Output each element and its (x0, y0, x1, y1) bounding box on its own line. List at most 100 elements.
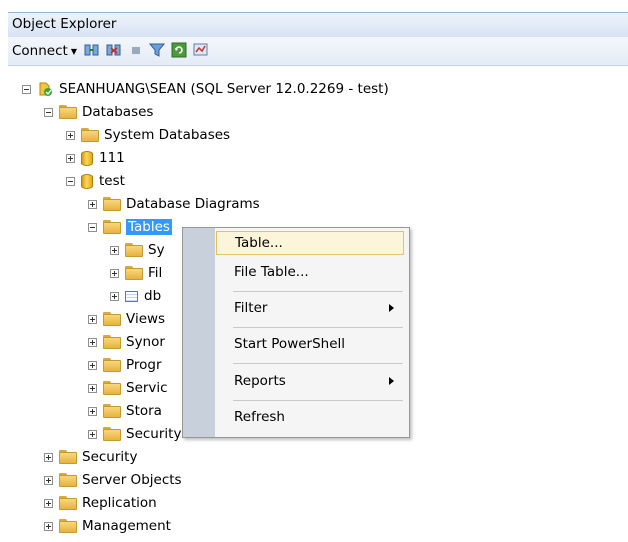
disconnect-icon[interactable] (106, 42, 122, 58)
server-icon (39, 82, 52, 96)
tree-node-label: Databases (82, 104, 154, 120)
collapse-icon[interactable] (44, 107, 53, 117)
tree-node-label: Progr (126, 357, 162, 373)
menu-item-label: Start PowerShell (234, 336, 346, 352)
tree-node-server[interactable]: SEANHUANG\SEAN (SQL Server 12.0.2269 - t… (22, 78, 389, 100)
folder-icon (103, 404, 121, 418)
expand-icon[interactable] (110, 268, 119, 278)
tree-node-replication[interactable]: Replication (44, 492, 157, 514)
menu-item-file-table[interactable]: File Table... (216, 260, 404, 284)
menu-item-label: Refresh (234, 409, 285, 425)
expand-icon[interactable] (110, 291, 119, 301)
tree-node-storage[interactable]: Stora (88, 400, 162, 422)
menu-item-label: Table... (235, 235, 283, 251)
tree-node-views[interactable]: Views (88, 308, 165, 330)
tree-node-db-security[interactable]: Security (88, 423, 181, 445)
menu-item-filter[interactable]: Filter (216, 296, 404, 320)
expand-icon[interactable] (88, 199, 97, 209)
expand-icon[interactable] (44, 498, 53, 508)
tree-node-dbo-table[interactable]: db (110, 285, 161, 307)
connect-object-explorer-icon[interactable] (84, 42, 100, 58)
tree-node-database-diagrams[interactable]: Database Diagrams (88, 193, 260, 215)
connect-label: Connect (12, 43, 68, 59)
tree-node-file-tables[interactable]: Fil (110, 262, 162, 284)
tree-node-programmability[interactable]: Progr (88, 354, 162, 376)
menu-item-new-table[interactable]: Table... (216, 231, 404, 255)
tree-node-database-111[interactable]: 111 (66, 147, 125, 169)
tree-node-label: Views (126, 311, 166, 327)
expand-icon[interactable] (44, 475, 53, 485)
tree-node-system-databases[interactable]: System Databases (66, 124, 230, 146)
expand-icon[interactable] (88, 360, 97, 370)
tree-node-label: System Databases (104, 127, 231, 143)
menu-item-refresh[interactable]: Refresh (216, 405, 404, 429)
tree-node-tables[interactable]: Tables (88, 216, 172, 238)
tree-node-system-tables[interactable]: Sy (110, 239, 165, 261)
menu-separator (233, 400, 403, 401)
tree-node-label: Sy (148, 242, 165, 258)
folder-icon (103, 427, 121, 441)
filter-icon[interactable] (149, 42, 165, 58)
tree-node-label: Database Diagrams (126, 196, 260, 212)
tree-node-label: db (144, 288, 162, 304)
menu-separator (233, 327, 403, 328)
collapse-icon[interactable] (88, 222, 97, 232)
menu-item-label: Reports (234, 373, 286, 389)
collapse-icon[interactable] (66, 176, 75, 186)
folder-icon (103, 358, 121, 372)
tree-node-server-objects[interactable]: Server Objects (44, 469, 182, 491)
expand-icon[interactable] (88, 383, 97, 393)
tree-node-label: test (99, 173, 125, 189)
server-label: SEANHUANG\SEAN (SQL Server 12.0.2269 - t… (59, 81, 389, 97)
folder-icon (103, 197, 121, 211)
folder-icon (59, 519, 77, 533)
tree-node-label: 111 (99, 150, 125, 166)
tree-node-synonyms[interactable]: Synor (88, 331, 165, 353)
tree-node-databases[interactable]: Databases (44, 101, 153, 123)
folder-icon (125, 266, 143, 280)
folder-icon (103, 335, 121, 349)
folder-icon (103, 312, 121, 326)
activity-monitor-icon[interactable] (193, 42, 209, 58)
menu-item-start-powershell[interactable]: Start PowerShell (216, 332, 404, 356)
tree-node-database-test[interactable]: test (66, 170, 125, 192)
folder-icon (103, 381, 121, 395)
connect-button[interactable]: Connect ▼ (12, 43, 77, 59)
chevron-down-icon: ▼ (70, 46, 77, 56)
tree-node-management[interactable]: Management (44, 515, 171, 537)
tree-node-label: Server Objects (82, 472, 182, 488)
stop-icon[interactable] (128, 42, 144, 58)
tree-node-label: Fil (148, 265, 163, 281)
tree-node-label: Servic (126, 380, 168, 396)
menu-separator (233, 291, 403, 292)
database-icon (81, 150, 93, 166)
expand-icon[interactable] (66, 130, 75, 140)
tree-node-service-broker[interactable]: Servic (88, 377, 168, 399)
folder-icon (59, 105, 77, 119)
tree-node-label: Stora (126, 403, 162, 419)
refresh-icon[interactable] (171, 42, 187, 58)
panel-title: Object Explorer (12, 16, 117, 32)
menu-icon-gutter (183, 228, 215, 437)
expand-icon[interactable] (88, 406, 97, 416)
tree-node-label-selected: Tables (126, 219, 172, 235)
menu-item-label: File Table... (234, 264, 309, 280)
folder-icon (59, 450, 77, 464)
table-icon (125, 290, 138, 302)
expand-icon[interactable] (88, 337, 97, 347)
object-explorer-toolbar: Connect ▼ (8, 37, 628, 66)
tree-node-label: Synor (126, 334, 165, 350)
folder-icon (59, 473, 77, 487)
expand-icon[interactable] (44, 452, 53, 462)
expand-icon[interactable] (110, 245, 119, 255)
tree-node-security[interactable]: Security (44, 446, 137, 468)
expand-icon[interactable] (88, 314, 97, 324)
menu-item-reports[interactable]: Reports (216, 369, 404, 393)
menu-separator (233, 363, 403, 364)
object-explorer-title-bar: Object Explorer (8, 12, 628, 38)
collapse-icon[interactable] (22, 84, 31, 94)
expand-icon[interactable] (44, 521, 53, 531)
expand-icon[interactable] (66, 153, 75, 163)
folder-icon (81, 128, 99, 142)
expand-icon[interactable] (88, 429, 97, 439)
